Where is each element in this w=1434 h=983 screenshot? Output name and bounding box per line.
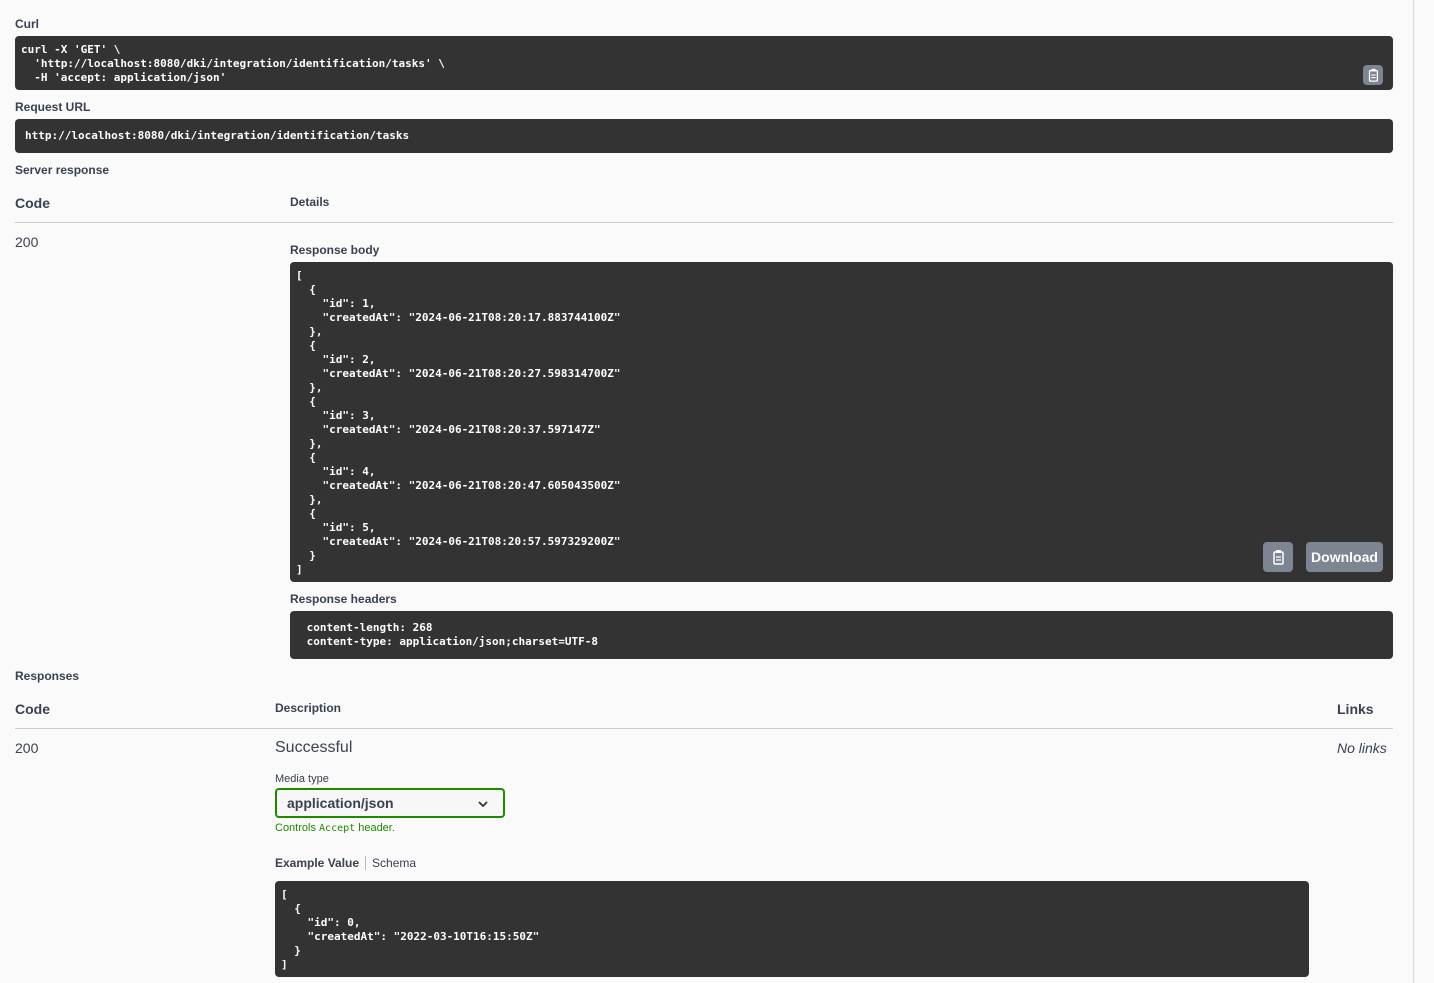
copy-response-button[interactable] [1263, 542, 1293, 572]
responses-header-row [15, 691, 1393, 729]
tab-separator [365, 856, 367, 870]
server-code-header: Code [15, 195, 50, 211]
clipboard-icon [1273, 550, 1284, 565]
controls-suffix: header. [355, 822, 395, 834]
response-headers: content-length: 268 content-type: applic… [290, 611, 1393, 659]
responses-label: Responses [15, 669, 80, 683]
tab-schema[interactable]: Schema [372, 856, 416, 870]
example-value-text: [ { "id": 0, "createdAt": "2022-03-10T16… [281, 888, 540, 971]
response-body: [ { "id": 1, "createdAt": "2024-06-21T08… [290, 262, 1393, 582]
media-type-value: application/json [287, 795, 394, 811]
response-headers-label: Response headers [290, 592, 397, 606]
responses-links: No links [1337, 740, 1387, 756]
server-details-header: Details [290, 195, 330, 209]
request-url-label: Request URL [15, 100, 91, 114]
responses-description-header: Description [275, 701, 342, 715]
server-response-code: 200 [15, 234, 39, 250]
download-button[interactable]: Download [1306, 542, 1383, 572]
request-url-value: http://localhost:8080/dki/integration/id… [15, 119, 1393, 153]
curl-command: curl -X 'GET' \ 'http://localhost:8080/d… [15, 36, 1393, 90]
response-body-text: [ { "id": 1, "createdAt": "2024-06-21T08… [296, 269, 621, 576]
controls-accept-note: Controls Accept header. [275, 822, 395, 834]
copy-curl-button[interactable] [1363, 65, 1383, 85]
curl-label: Curl [15, 17, 39, 31]
media-type-label: Media type [275, 773, 329, 785]
page-scrollbar[interactable] [1413, 0, 1434, 983]
responses-code-header: Code [15, 701, 50, 717]
controls-code: Accept [319, 823, 356, 834]
media-type-select[interactable]: application/json [275, 788, 505, 818]
responses-description: Successful [275, 739, 353, 756]
example-schema-tabs: Example Value Schema [275, 856, 416, 870]
response-headers-text: content-length: 268 content-type: applic… [306, 621, 599, 648]
curl-command-text: curl -X 'GET' \ 'http://localhost:8080/d… [21, 43, 445, 84]
server-response-header-row [15, 185, 1393, 223]
tab-example-value[interactable]: Example Value [275, 856, 359, 870]
responses-links-header: Links [1337, 701, 1374, 717]
clipboard-icon [1368, 68, 1379, 82]
response-body-label: Response body [290, 243, 380, 257]
server-response-label: Server response [15, 163, 110, 177]
responses-code: 200 [15, 740, 39, 756]
example-value: [ { "id": 0, "createdAt": "2022-03-10T16… [275, 881, 1309, 977]
chevron-down-icon [478, 801, 488, 808]
request-url-text: http://localhost:8080/dki/integration/id… [25, 129, 410, 142]
controls-prefix: Controls [275, 822, 320, 834]
